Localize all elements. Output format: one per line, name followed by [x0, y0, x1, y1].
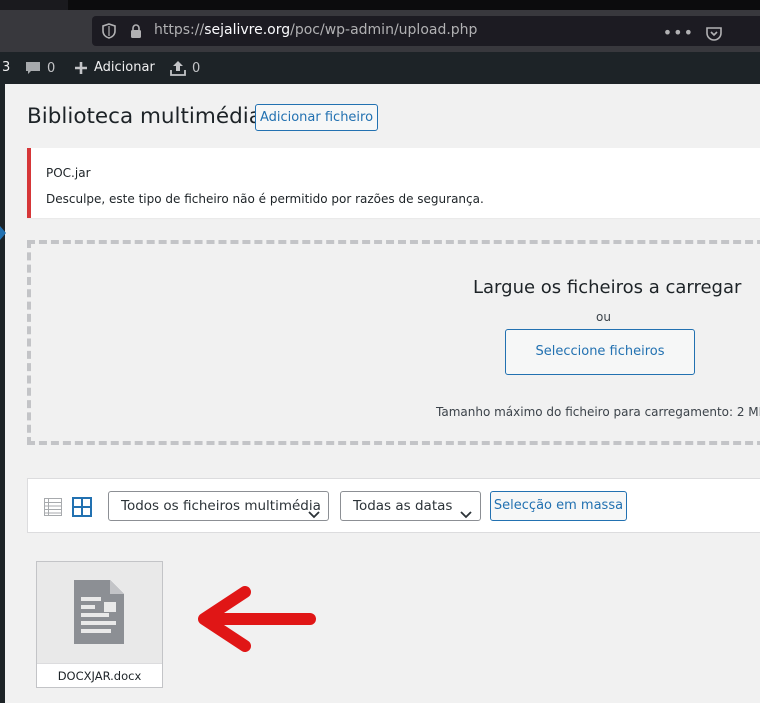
admin-bar-new[interactable]: Adicionar	[74, 60, 155, 75]
wp-admin-bar: 3 0 Adicionar 0	[0, 52, 760, 84]
browser-tabstrip	[0, 0, 760, 10]
notice-filename: POC.jar	[46, 166, 91, 180]
date-filter-value: Todas as datas	[353, 498, 453, 514]
left-count: 3	[2, 60, 11, 75]
grid-view-icon[interactable]	[72, 497, 92, 521]
attachment-filename: DOCXJAR.docx	[37, 663, 162, 687]
pocket-icon[interactable]	[706, 26, 722, 45]
current-menu-indicator	[0, 226, 6, 240]
max-upload-size: Tamanho máximo do ficheiro para carregam…	[436, 405, 760, 419]
comments-count: 0	[47, 60, 56, 76]
bulk-select-button[interactable]: Selecção em massa	[490, 491, 627, 521]
upload-icon	[170, 61, 186, 76]
chevron-down-icon	[460, 501, 472, 529]
date-filter[interactable]: Todas as datas	[340, 491, 481, 521]
lock-icon[interactable]	[130, 23, 142, 43]
annotation-arrow-icon	[195, 586, 320, 656]
new-label: Adicionar	[94, 60, 155, 75]
page-title: Biblioteca multimédia	[27, 104, 262, 129]
admin-menu-edge	[0, 84, 5, 703]
select-files-button[interactable]: Seleccione ficheiros	[505, 329, 695, 375]
comment-icon	[26, 62, 40, 74]
upload-dropzone[interactable]: Largue os ficheiros a carregar ou Selecc…	[27, 240, 760, 445]
plus-icon	[75, 61, 87, 74]
dropzone-title: Largue os ficheiros a carregar	[473, 277, 742, 298]
attachment-item[interactable]: DOCXJAR.docx	[36, 561, 163, 688]
upload-error-notice: POC.jar Desculpe, este tipo de ficheiro …	[27, 148, 760, 218]
url-bar[interactable]: https://sejalivre.org/poc/wp-admin/uploa…	[92, 16, 760, 46]
url-text[interactable]: https://sejalivre.org/poc/wp-admin/uploa…	[154, 22, 477, 38]
document-icon	[74, 580, 124, 648]
admin-bar-updates-count[interactable]: 3	[2, 60, 10, 75]
dropzone-or: ou	[596, 310, 611, 324]
updates-count: 0	[192, 60, 201, 76]
notice-message: Desculpe, este tipo de ficheiro não é pe…	[46, 192, 484, 206]
media-type-filter-value: Todos os ficheiros multimédia	[121, 498, 321, 514]
chevron-down-icon	[308, 501, 320, 529]
admin-bar-comments[interactable]: 0	[25, 60, 55, 76]
media-type-filter[interactable]: Todos os ficheiros multimédia	[108, 491, 329, 521]
list-view-icon[interactable]	[44, 498, 62, 520]
browser-tab[interactable]	[0, 0, 68, 10]
attachment-preview	[37, 562, 162, 663]
browser-toolbar: https://sejalivre.org/poc/wp-admin/uploa…	[0, 10, 760, 52]
page-actions-more-icon[interactable]: •••	[663, 23, 694, 42]
media-toolbar: Todos os ficheiros multimédia Todas as d…	[27, 478, 760, 533]
admin-bar-updates[interactable]: 0	[170, 60, 200, 76]
add-file-button[interactable]: Adicionar ficheiro	[255, 104, 378, 131]
tracking-shield-icon[interactable]	[102, 23, 116, 43]
